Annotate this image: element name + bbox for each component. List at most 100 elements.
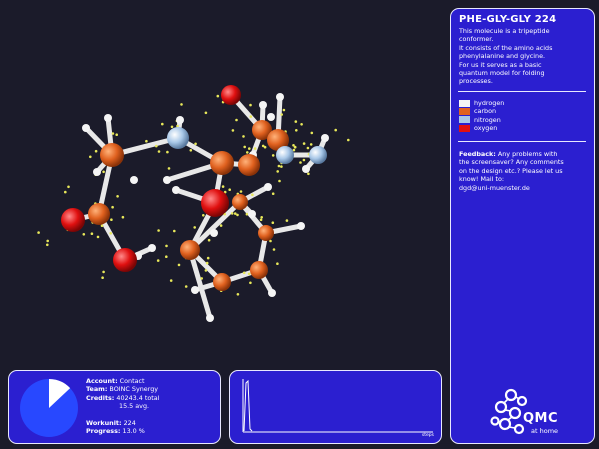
electron-dot: [236, 293, 240, 296]
electron-dot: [277, 164, 281, 168]
oxygen-swatch: [459, 124, 470, 132]
account-value: Contact: [119, 377, 145, 385]
legend-item-hydrogen: hydrogen: [459, 99, 504, 107]
electron-dot: [260, 216, 264, 219]
electron-dot: [111, 205, 114, 209]
electron-dot: [276, 262, 279, 266]
team-label: Team:: [86, 385, 108, 394]
credits-avg: 15.5 avg.: [119, 402, 150, 411]
electron-dot: [242, 135, 245, 138]
hydrogen-atom: [264, 183, 272, 191]
legend-label: hydrogen: [474, 99, 505, 107]
carbon-atom: [250, 261, 268, 279]
account-label: Account:: [86, 377, 118, 385]
electron-dot: [234, 212, 237, 215]
feedback-label: Feedback:: [459, 150, 496, 158]
carbon-atom: [88, 203, 110, 225]
molecule-description: This molecule is a tripeptide conformer.…: [459, 27, 591, 86]
logo-subtitle: at home: [531, 427, 559, 435]
electron-dot: [219, 224, 223, 227]
feedback-line: know! Mail to:: [459, 175, 505, 184]
electron-dot: [170, 125, 174, 129]
electron-dot: [299, 161, 302, 164]
electron-dot: [243, 145, 246, 149]
electron-dot: [157, 150, 161, 153]
stats-panel: Account: Contact Team: BOINC Synergy Cre…: [8, 370, 221, 444]
divider: [458, 141, 586, 142]
electron-dot: [285, 219, 289, 222]
hydrogen-atom: [206, 314, 214, 322]
hydrogen-atom: [302, 165, 310, 173]
electron-dot: [194, 142, 197, 146]
hydrogen-atom: [276, 93, 284, 101]
hydrogen-atom: [259, 101, 267, 109]
electron-dot: [307, 172, 310, 176]
oxygen-atom: [221, 85, 241, 105]
electron-dot: [347, 138, 350, 142]
electron-dot: [242, 271, 246, 275]
nitrogen-atom: [167, 127, 189, 149]
electron-dot: [259, 218, 263, 222]
electron-dot: [228, 188, 231, 191]
legend-label: carbon: [474, 107, 497, 116]
electron-dot: [94, 149, 98, 153]
electron-dot: [37, 231, 40, 234]
electron-dot: [110, 218, 113, 221]
description-line: processes.: [459, 77, 493, 86]
hydrogen-atom: [82, 124, 90, 132]
carbon-swatch: [459, 108, 470, 116]
hydrogen-atom: [321, 134, 329, 142]
electron-dot: [231, 129, 235, 132]
electron-dot: [169, 279, 173, 282]
hydrogen-atom: [104, 114, 112, 122]
graph-line: [243, 379, 253, 432]
molecule-atoms: [61, 85, 329, 322]
hydrogen-atom: [268, 289, 276, 297]
electron-dot: [246, 151, 249, 154]
electron-dot: [145, 139, 148, 143]
electron-dot: [101, 276, 104, 280]
description-line: conformer.: [459, 35, 494, 44]
electron-dot: [276, 170, 280, 173]
energy-graph: [242, 379, 433, 433]
hydrogen-atom: [191, 286, 199, 294]
electron-dot: [89, 155, 92, 159]
progress-value: 13.0 %: [122, 427, 145, 436]
workunit-value: 224: [123, 418, 136, 427]
electron-dot: [46, 243, 49, 247]
hydrogen-atom: [297, 222, 305, 230]
electron-dot: [157, 229, 160, 232]
hydrogen-swatch: [459, 99, 470, 107]
electron-dot: [156, 259, 160, 262]
electron-dot: [204, 269, 208, 272]
electron-dot: [207, 238, 211, 242]
electron-dot: [248, 147, 251, 150]
electron-dot: [111, 132, 115, 135]
credits-label: Credits:: [86, 393, 115, 402]
hydrogen-atom: [248, 210, 256, 218]
electron-dot: [309, 143, 313, 146]
electron-dot: [204, 111, 208, 115]
electron-dot: [302, 158, 306, 162]
electron-dot: [166, 150, 169, 154]
molecule-viewport: [37, 85, 350, 322]
legend-label: nitrogen: [474, 115, 501, 124]
electron-dot: [271, 192, 275, 195]
electron-dot: [280, 113, 284, 116]
electron-dot: [239, 190, 243, 193]
electron-dot: [249, 115, 253, 118]
feedback-text: Feedback: Any problems with the screensa…: [459, 150, 591, 192]
carbon-atom: [180, 240, 200, 260]
electron-dot: [67, 185, 70, 189]
electron-dot: [247, 272, 251, 276]
description-line: It consists of the amino acids: [459, 43, 553, 52]
electron-dot: [294, 120, 298, 123]
molecule-title: PHE-GLY-GLY 224: [459, 14, 557, 25]
electron-dot: [96, 235, 100, 239]
electron-dot: [102, 270, 105, 274]
electron-dot: [249, 281, 252, 285]
graph-x-label: steps: [421, 433, 434, 438]
electron-dot: [205, 261, 209, 265]
hydrogen-atom: [93, 168, 101, 176]
electron-dot: [161, 122, 164, 126]
